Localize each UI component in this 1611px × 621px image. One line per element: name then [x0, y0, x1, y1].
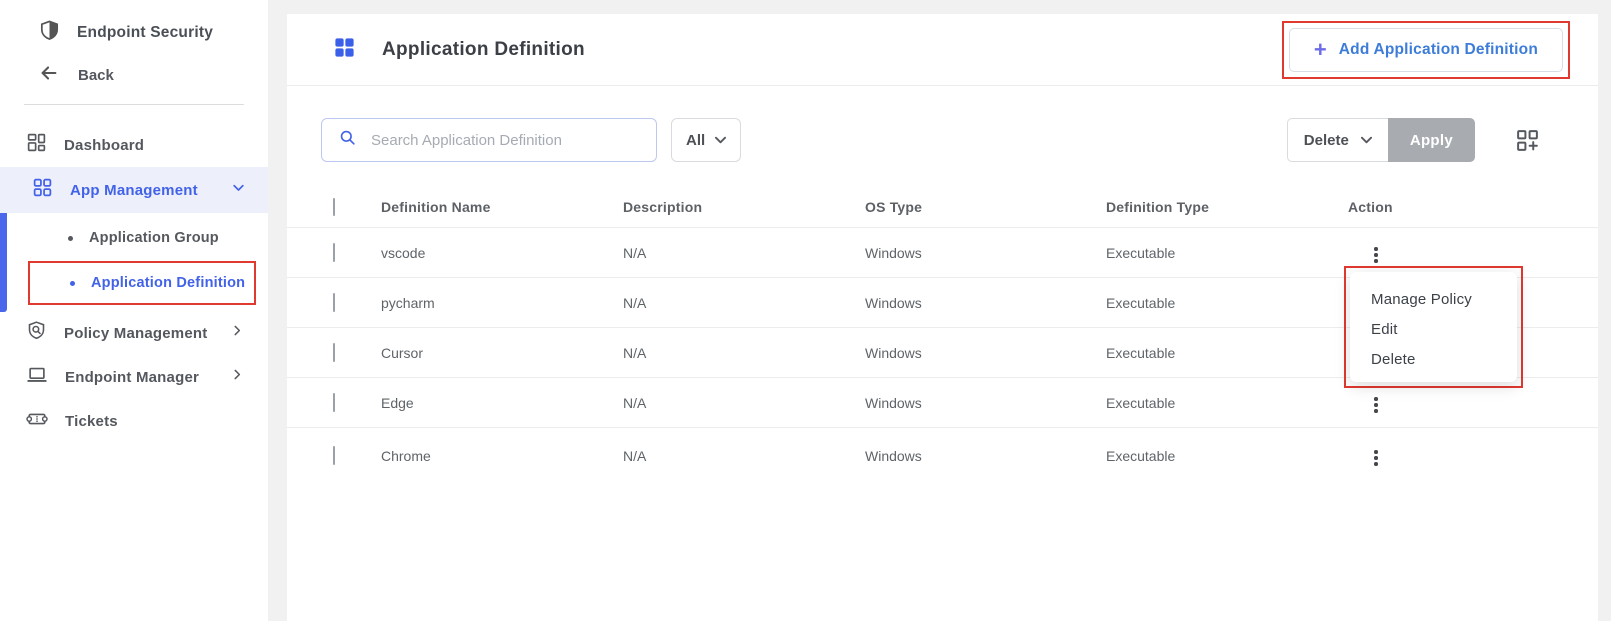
add-button-label: Add Application Definition — [1338, 40, 1538, 58]
laptop-icon — [26, 364, 48, 391]
select-all-checkbox[interactable] — [333, 197, 335, 216]
sidebar-item-app-management[interactable]: App Management — [0, 167, 268, 213]
cell-description: N/A — [623, 394, 647, 411]
annotation-box-application-definition: Application Definition — [28, 261, 256, 305]
column-settings-icon[interactable] — [1515, 128, 1540, 153]
apply-button[interactable]: Apply — [1387, 118, 1475, 162]
grid-icon — [32, 177, 53, 203]
page-title: Application Definition — [382, 38, 585, 60]
sidebar-subitem-label: Application Group — [89, 230, 219, 246]
bullet-icon — [68, 235, 73, 241]
plus-icon: + — [1313, 36, 1327, 62]
context-menu-item-delete[interactable]: Delete — [1350, 345, 1517, 375]
cell-definition-name: Chrome — [381, 447, 431, 464]
sidebar-item-tickets[interactable]: Tickets — [0, 399, 268, 443]
column-header-action: Action — [1348, 198, 1393, 215]
cell-definition-name: Edge — [381, 394, 414, 411]
bulk-action-control: Delete Apply — [1286, 118, 1475, 162]
cell-definition-type: Executable — [1106, 294, 1176, 311]
annotation-box-add-button: + Add Application Definition — [1281, 20, 1570, 79]
sidebar: Endpoint Security Back Dashboard App Man… — [0, 0, 268, 621]
sidebar-divider — [24, 104, 244, 105]
context-menu-item-edit[interactable]: Edit — [1350, 315, 1517, 345]
context-menu-item-manage-policy[interactable]: Manage Policy — [1350, 285, 1517, 315]
column-header-description: Description — [623, 198, 703, 215]
cell-description: N/A — [623, 447, 647, 464]
row-checkbox[interactable] — [333, 392, 335, 412]
sidebar-item-dashboard[interactable]: Dashboard — [0, 123, 268, 167]
chevron-right-icon — [230, 324, 244, 343]
page-header: Application Definition + Add Application… — [287, 14, 1598, 86]
chevron-down-icon — [231, 180, 246, 200]
bulk-action-dropdown[interactable]: Delete — [1286, 118, 1388, 162]
back-label: Back — [78, 66, 114, 84]
page: Endpoint Security Back Dashboard App Man… — [0, 0, 1611, 621]
ticket-icon — [26, 408, 48, 435]
row-checkbox[interactable] — [333, 292, 335, 312]
caret-down-icon — [715, 131, 727, 149]
toolbar: All Delete Apply — [287, 86, 1598, 186]
cell-definition-name: pycharm — [381, 294, 435, 311]
row-actions-kebab-icon[interactable] — [1366, 392, 1386, 418]
cell-definition-name: vscode — [381, 244, 426, 261]
filter-dropdown[interactable]: All — [671, 118, 742, 162]
column-header-definition-type: Definition Type — [1106, 198, 1210, 215]
dashboard-icon — [26, 132, 47, 158]
cell-os-type: Windows — [865, 244, 922, 261]
row-checkbox[interactable] — [333, 342, 335, 362]
sidebar-item-policy-management[interactable]: Policy Management — [0, 311, 268, 355]
column-header-os-type: OS Type — [865, 198, 923, 215]
shield-icon — [38, 19, 61, 47]
cell-definition-type: Executable — [1106, 447, 1176, 464]
filter-selected-label: All — [686, 131, 706, 149]
sidebar-item-endpoint-manager[interactable]: Endpoint Manager — [0, 355, 268, 399]
cell-definition-type: Executable — [1106, 244, 1176, 261]
row-actions-context-menu: Manage Policy Edit Delete — [1350, 272, 1517, 382]
sidebar-nav: Dashboard App Management Application Gro… — [0, 123, 268, 443]
cell-os-type: Windows — [865, 294, 922, 311]
row-actions-kebab-icon[interactable] — [1366, 242, 1386, 268]
cell-definition-type: Executable — [1106, 394, 1176, 411]
sidebar-subitem-label: Application Definition — [91, 275, 246, 291]
search-input[interactable] — [371, 131, 640, 149]
cell-definition-type: Executable — [1106, 344, 1176, 361]
column-header-definition-name: Definition Name — [381, 198, 491, 215]
table-header-row: Definition Name Description OS Type Defi… — [287, 186, 1598, 228]
app-grid-icon — [333, 36, 356, 64]
cell-os-type: Windows — [865, 394, 922, 411]
cell-description: N/A — [623, 244, 647, 261]
sidebar-item-application-group[interactable]: Application Group — [0, 219, 268, 257]
sidebar-item-label: Policy Management — [64, 324, 208, 342]
row-checkbox[interactable] — [333, 242, 335, 262]
policy-shield-icon — [26, 320, 47, 346]
add-application-definition-button[interactable]: + Add Application Definition — [1288, 27, 1563, 72]
cell-description: N/A — [623, 344, 647, 361]
brand-label: Endpoint Security — [77, 24, 214, 41]
toolbar-right-cluster: Delete Apply — [1286, 118, 1540, 162]
annotation-box-context-menu: Manage Policy Edit Delete — [1344, 266, 1523, 388]
row-actions-kebab-icon[interactable] — [1366, 445, 1386, 471]
chevron-right-icon — [230, 368, 244, 387]
search-icon — [338, 128, 357, 152]
caret-down-icon — [1360, 131, 1372, 149]
bulk-action-label: Delete — [1303, 131, 1349, 149]
row-checkbox[interactable] — [333, 445, 335, 465]
cell-definition-name: Cursor — [381, 344, 424, 361]
bullet-icon — [70, 280, 75, 286]
sidebar-item-label: Endpoint Manager — [65, 368, 200, 386]
main-content: Application Definition + Add Application… — [287, 14, 1598, 621]
cell-os-type: Windows — [865, 344, 922, 361]
cell-os-type: Windows — [865, 447, 922, 464]
sidebar-item-label: App Management — [70, 181, 198, 199]
sidebar-item-label: Tickets — [65, 412, 118, 430]
brand: Endpoint Security — [0, 0, 268, 52]
back-button[interactable]: Back — [0, 52, 268, 98]
sidebar-item-application-definition[interactable]: Application Definition — [30, 263, 254, 303]
search-box — [321, 118, 657, 162]
back-arrow-icon — [38, 62, 60, 89]
table-row: Chrome N/A Windows Executable — [287, 428, 1598, 483]
cell-description: N/A — [623, 294, 647, 311]
sidebar-item-label: Dashboard — [64, 136, 145, 154]
